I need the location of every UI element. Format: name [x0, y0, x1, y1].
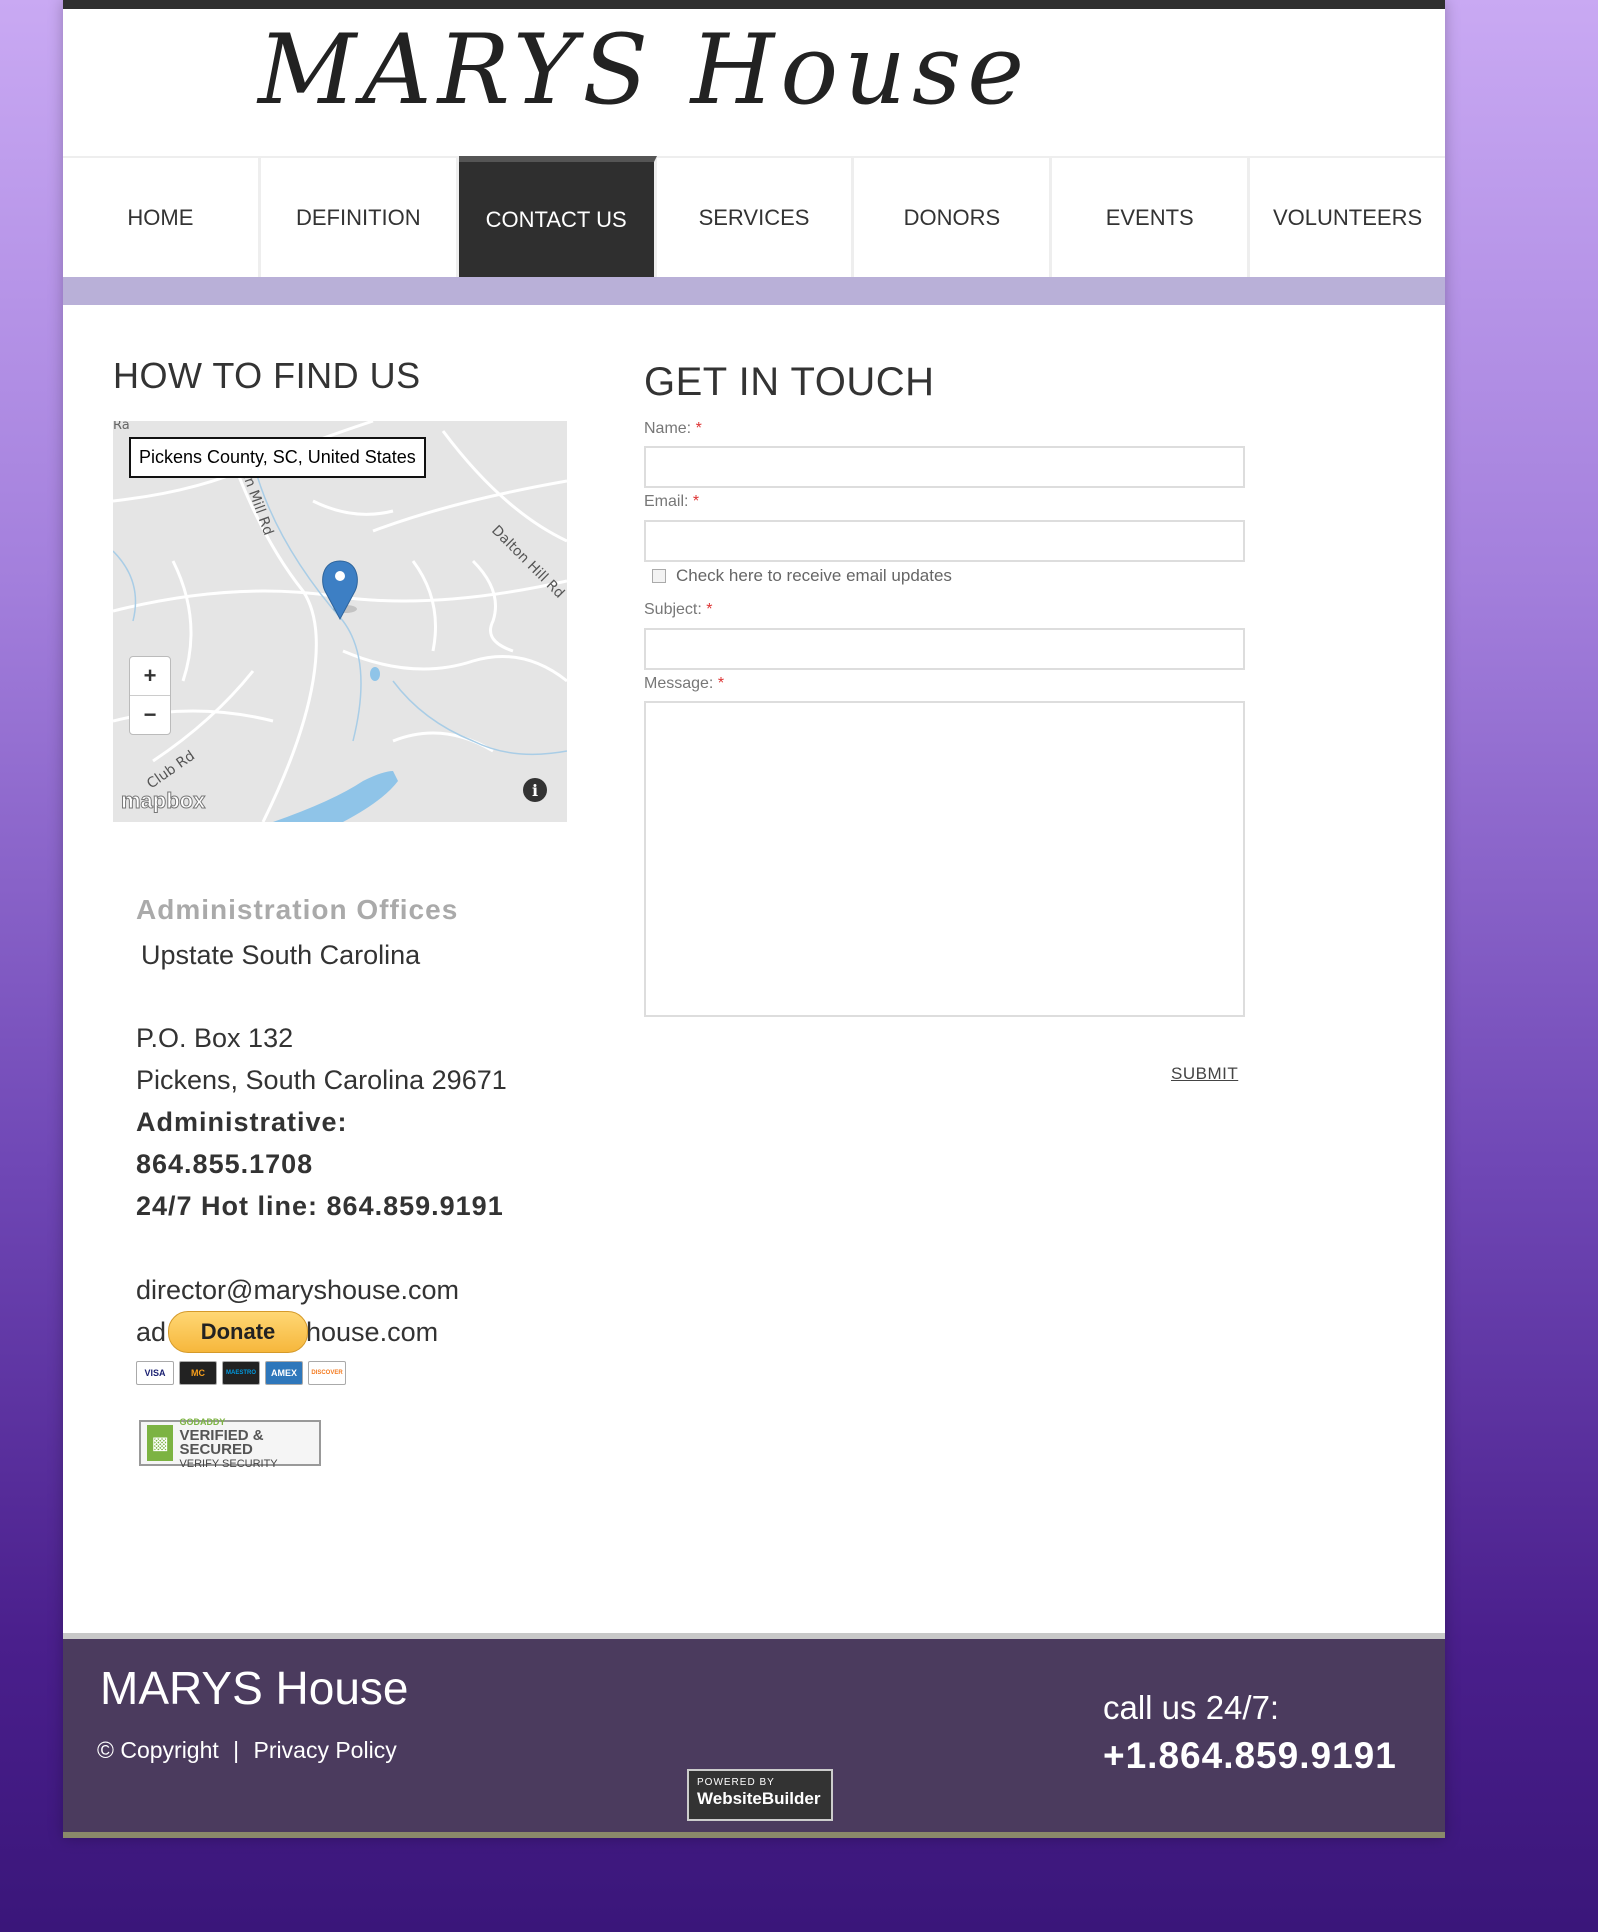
find-us-heading: HOW TO FIND US	[113, 355, 421, 396]
map-zoom-controls: + −	[129, 656, 171, 735]
nav-item-contact-us[interactable]: CONTACT US	[458, 156, 657, 277]
map-location-label: Pickens County, SC, United States	[129, 437, 426, 478]
copyright-link[interactable]: © Copyright	[97, 1737, 219, 1763]
footer-brand: MARYS House	[100, 1662, 409, 1714]
message-label: Message: *	[644, 675, 725, 692]
top-bar	[63, 0, 1445, 9]
nav-item-home[interactable]: HOME	[63, 156, 261, 277]
main-nav: HOME DEFINITION CONTACT US SERVICES DONO…	[63, 156, 1446, 277]
visa-card-icon: VISA	[136, 1361, 174, 1385]
nav-item-donors[interactable]: DONORS	[854, 156, 1053, 277]
nav-item-volunteers[interactable]: VOLUNTEERS	[1250, 156, 1446, 277]
zoom-out-button[interactable]: −	[130, 695, 170, 734]
accent-band	[63, 277, 1445, 305]
nav-item-services[interactable]: SERVICES	[656, 156, 855, 277]
discover-icon: DISCOVER	[308, 1361, 346, 1385]
po-box-text: P.O. Box 132	[136, 1023, 294, 1053]
mastercard-icon: MC	[179, 1361, 217, 1385]
lock-icon: ▩	[147, 1425, 174, 1461]
admin-label: Administrative:	[136, 1107, 348, 1137]
email-label: Email: *	[644, 493, 700, 510]
region-text: Upstate South Carolina	[141, 940, 421, 970]
subject-label: Subject: *	[644, 601, 713, 618]
privacy-policy-link[interactable]: Privacy Policy	[254, 1737, 397, 1763]
site-logo[interactable]: MARYS House	[0, 14, 1335, 126]
call-us-label: call us 24/7:	[1103, 1689, 1280, 1726]
maestro-icon: MAESTRO	[222, 1361, 260, 1385]
page-container: MARYS House HOME DEFINITION CONTACT US S…	[63, 0, 1446, 1838]
city-text: Pickens, South Carolina 29671	[136, 1065, 507, 1095]
required-mark: *	[692, 493, 700, 510]
admin-phone: 864.855.1708	[136, 1149, 314, 1179]
amex-icon: AMEX	[265, 1361, 303, 1385]
required-mark: *	[695, 420, 702, 437]
zoom-in-button[interactable]: +	[130, 657, 170, 695]
get-in-touch-heading: GET IN TOUCH	[644, 360, 935, 404]
nav-item-definition[interactable]: DEFINITION	[260, 156, 459, 277]
required-mark: *	[717, 675, 725, 692]
godaddy-seal[interactable]: ▩ GODADDY VERIFIED & SECURED VERIFY SECU…	[139, 1417, 321, 1470]
required-mark: *	[706, 601, 713, 618]
map-info-icon[interactable]: i	[523, 778, 547, 802]
map-streets: Ra in Mill Rd Dalton Hill Rd Club Rd	[113, 421, 567, 822]
donate-button[interactable]: Donate	[168, 1311, 308, 1353]
footer-links: © Copyright | Privacy Policy	[97, 1737, 397, 1764]
footer-separator: |	[233, 1737, 240, 1763]
nav-item-events[interactable]: EVENTS	[1052, 156, 1251, 277]
submit-button[interactable]: SUBMIT	[1171, 1064, 1238, 1084]
hotline-text: 24/7 Hot line: 864.859.9191	[136, 1191, 504, 1221]
admin-email-prefix[interactable]: ad	[136, 1317, 166, 1348]
email-updates-label: Check here to receive email updates	[676, 566, 952, 585]
name-input[interactable]	[644, 446, 1245, 488]
footer-phone[interactable]: +1.864.859.9191	[1103, 1735, 1397, 1777]
email-input[interactable]	[644, 520, 1245, 562]
admin-email-suffix[interactable]: house.com	[306, 1317, 438, 1348]
message-textarea[interactable]	[644, 701, 1245, 1017]
email-updates-checkbox[interactable]	[652, 569, 666, 583]
location-map[interactable]: Ra in Mill Rd Dalton Hill Rd Club Rd Pic…	[113, 421, 567, 822]
godaddy-verified: VERIFIED & SECURED	[179, 1427, 264, 1458]
name-label: Name: *	[644, 420, 702, 437]
mapbox-logo[interactable]: mapbox	[120, 788, 205, 814]
email-updates-row: Check here to receive email updates	[652, 566, 952, 586]
admin-offices-title: Administration Offices	[136, 894, 459, 925]
godaddy-verify: VERIFY SECURITY	[179, 1458, 278, 1470]
payment-cards: VISA MC MAESTRO AMEX DISCOVER	[136, 1361, 346, 1385]
powered-by-brand: WebsiteBuilder	[697, 1789, 821, 1808]
map-road-label: Ra	[113, 421, 130, 433]
subject-input[interactable]	[644, 628, 1245, 670]
powered-by-badge[interactable]: POWERED BY WebsiteBuilder	[687, 1769, 833, 1821]
director-email-link[interactable]: director@maryshouse.com	[136, 1275, 459, 1306]
site-footer: MARYS House © Copyright | Privacy Policy…	[63, 1633, 1445, 1838]
